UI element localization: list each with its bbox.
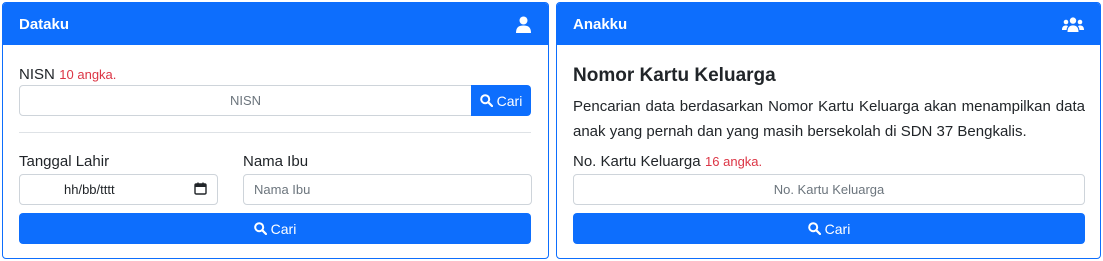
nisn-label-row: NISN 10 angka. [19, 66, 116, 84]
search-icon [479, 94, 493, 107]
anakku-card-title: Anakku [573, 15, 628, 33]
calendar-icon[interactable] [194, 182, 207, 198]
anakku-card-body: Nomor Kartu Keluarga Pencarian data berd… [557, 45, 1100, 258]
nisn-hint: 10 angka. [59, 67, 117, 82]
anakku-search-label: Cari [824, 220, 851, 237]
search-icon [807, 222, 821, 235]
dataku-card-title: Dataku [19, 15, 70, 33]
nisn-search-button[interactable]: Cari [471, 85, 531, 116]
users-icon [1062, 15, 1084, 33]
nisn-input[interactable]: NISN [19, 85, 472, 116]
kk-hint: 16 angka. [705, 154, 763, 169]
dataku-search-button[interactable]: Cari [19, 213, 531, 244]
dataku-card-body: NISN 10 angka. NISN Cari Tanggal Lahir h… [3, 45, 548, 258]
dob-label: Tanggal Lahir [19, 153, 110, 170]
dob-value: hh/bb/tttt [64, 182, 115, 197]
kk-heading: Nomor Kartu Keluarga [573, 65, 776, 86]
kk-input[interactable]: No. Kartu Keluarga [573, 174, 1085, 205]
mother-name-label: Nama Ibu [243, 153, 309, 170]
dataku-card: Dataku NISN 10 angka. NISN Cari Tanggal … [2, 2, 549, 259]
dob-input[interactable]: hh/bb/tttt [19, 174, 218, 205]
kk-label-row: No. Kartu Keluarga 16 angka. [573, 153, 762, 171]
divider [19, 132, 531, 133]
search-icon [253, 222, 267, 235]
anakku-search-button[interactable]: Cari [573, 213, 1085, 244]
anakku-card-header: Anakku [557, 3, 1100, 45]
nisn-label: NISN [19, 66, 55, 83]
user-icon [514, 15, 532, 33]
kk-label: No. Kartu Keluarga [573, 153, 701, 170]
dataku-card-header: Dataku [3, 3, 548, 45]
mother-name-input[interactable]: Nama Ibu [243, 174, 532, 205]
kk-description: Pencarian data berdasarkan Nomor Kartu K… [573, 98, 1085, 140]
dataku-search-label: Cari [270, 220, 297, 237]
anakku-card: Anakku Nomor Kartu Keluarga Pencarian da… [556, 2, 1101, 259]
nisn-search-label: Cari [496, 92, 523, 109]
